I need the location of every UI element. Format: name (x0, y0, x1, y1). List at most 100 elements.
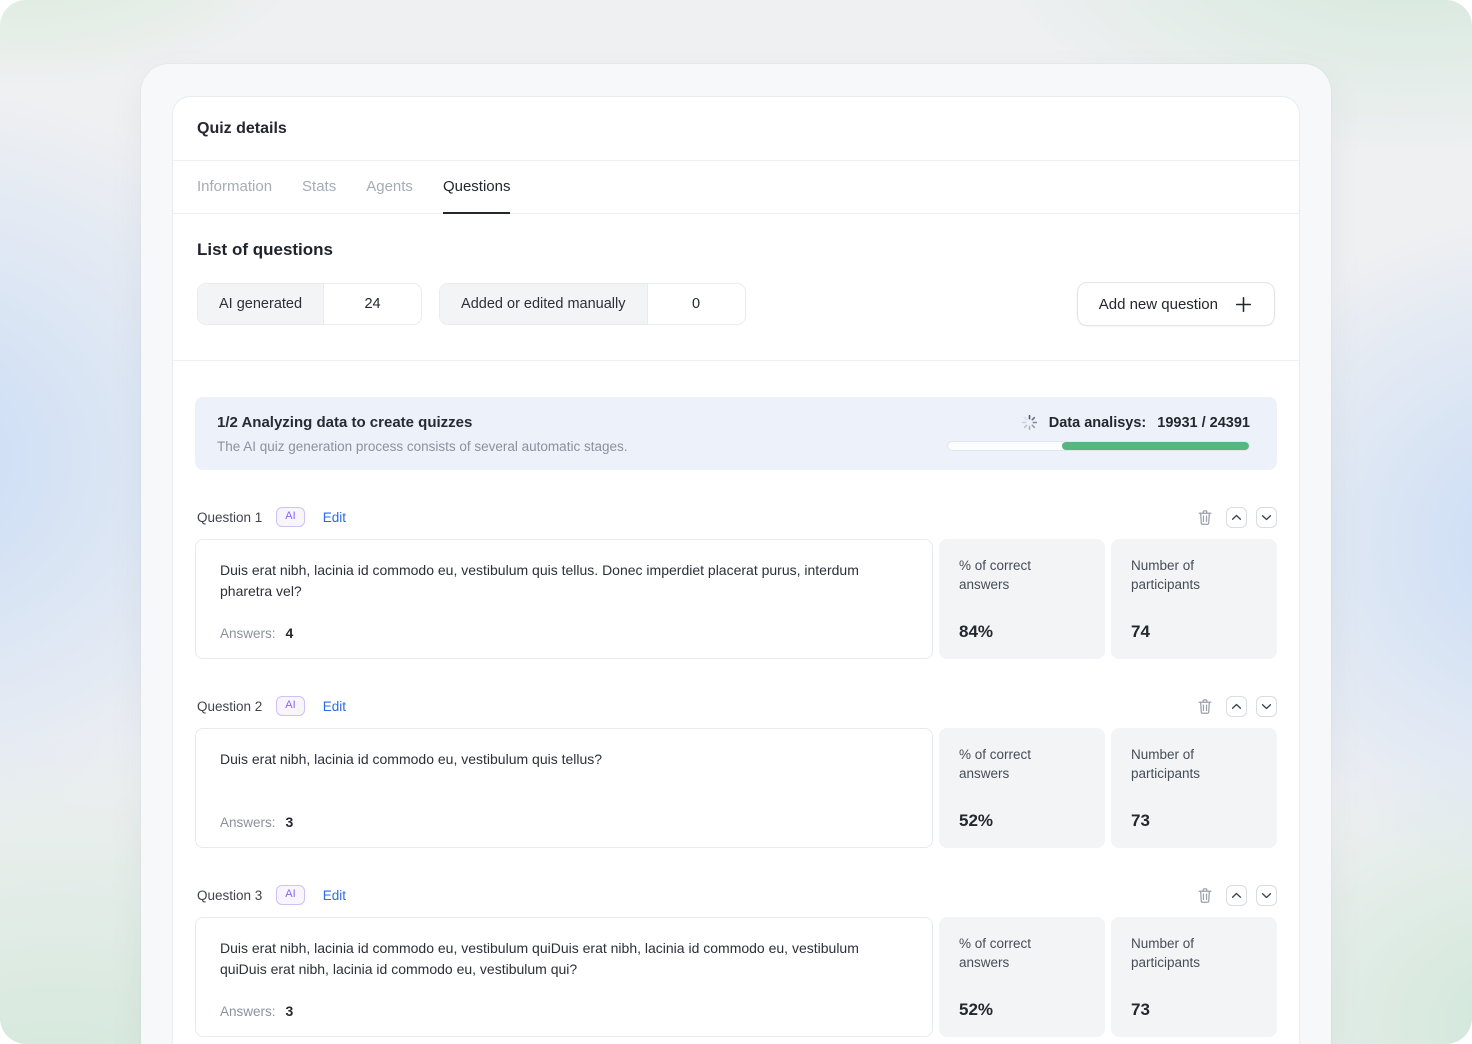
answers-label: Answers: (220, 815, 276, 830)
correct-answers-label: % of correct answers (959, 557, 1085, 595)
chevron-down-icon (1261, 892, 1272, 899)
chevron-up-icon (1231, 703, 1242, 710)
delete-question-button[interactable] (1196, 697, 1214, 716)
trash-icon (1196, 697, 1214, 716)
trash-icon (1196, 508, 1214, 527)
question-block: Question 2 AI Edit (195, 694, 1277, 848)
answers-row: Answers: 3 (220, 814, 908, 830)
page-title: Quiz details (197, 120, 287, 138)
tab-information[interactable]: Information (197, 161, 272, 214)
answers-count: 3 (286, 1003, 294, 1019)
spinner-icon (1021, 414, 1038, 431)
chevron-up-icon (1231, 892, 1242, 899)
question-actions (1196, 507, 1277, 528)
question-label: Question 2 (197, 699, 262, 714)
progress-bar (947, 441, 1250, 451)
ai-badge: AI (276, 885, 304, 905)
correct-answers-card: % of correct answers 52% (939, 728, 1105, 848)
question-card: Duis erat nibh, lacinia id commodo eu, v… (195, 917, 933, 1037)
ai-badge: AI (276, 696, 304, 716)
progress-banner-text: 1/2 Analyzing data to create quizzes The… (217, 414, 627, 454)
questions-toolbar: List of questions AI generated 24 Added … (173, 214, 1299, 361)
edit-link[interactable]: Edit (323, 510, 346, 525)
question-card: Duis erat nibh, lacinia id commodo eu, v… (195, 728, 933, 848)
correct-answers-value: 84% (959, 622, 1085, 642)
plus-icon (1234, 295, 1253, 314)
add-question-label: Add new question (1099, 296, 1218, 313)
section-heading: List of questions (197, 240, 1275, 260)
filter-added-manually[interactable]: Added or edited manually 0 (439, 283, 745, 325)
answers-row: Answers: 3 (220, 1003, 908, 1019)
delete-question-button[interactable] (1196, 508, 1214, 527)
progress-status-row: Data analisys: 19931 / 24391 (1021, 414, 1250, 431)
answers-label: Answers: (220, 626, 276, 641)
question-body: Duis erat nibh, lacinia id commodo eu, v… (195, 917, 1277, 1037)
question-text: Duis erat nibh, lacinia id commodo eu, v… (220, 749, 908, 770)
progress-subtitle: The AI quiz generation process consists … (217, 439, 627, 454)
question-text: Duis erat nibh, lacinia id commodo eu, v… (220, 938, 908, 980)
progress-banner: 1/2 Analyzing data to create quizzes The… (195, 397, 1277, 470)
question-text: Duis erat nibh, lacinia id commodo eu, v… (220, 560, 908, 602)
questions-area: 1/2 Analyzing data to create quizzes The… (173, 361, 1299, 1044)
tab-questions[interactable]: Questions (443, 161, 511, 214)
app-window: Quiz details Information Stats Agents Qu… (141, 64, 1331, 1044)
question-card: Duis erat nibh, lacinia id commodo eu, v… (195, 539, 933, 659)
progress-status-value: 19931 / 24391 (1157, 415, 1250, 431)
tab-agents[interactable]: Agents (366, 161, 413, 214)
page-background: Quiz details Information Stats Agents Qu… (0, 0, 1472, 1044)
participants-value: 73 (1131, 811, 1257, 831)
edit-link[interactable]: Edit (323, 888, 346, 903)
progress-status-label: Data analisys: (1049, 415, 1147, 431)
question-block: Question 1 AI Edit (195, 505, 1277, 659)
move-up-button[interactable] (1226, 696, 1247, 717)
edit-link[interactable]: Edit (323, 699, 346, 714)
move-down-button[interactable] (1256, 885, 1277, 906)
move-down-button[interactable] (1256, 507, 1277, 528)
correct-answers-value: 52% (959, 1000, 1085, 1020)
question-header: Question 3 AI Edit (195, 883, 1277, 907)
participants-label: Number of participants (1131, 746, 1257, 784)
question-label: Question 3 (197, 888, 262, 903)
participants-label: Number of participants (1131, 557, 1257, 595)
question-actions (1196, 696, 1277, 717)
progress-status: Data analisys: 19931 / 24391 (947, 414, 1250, 451)
list-controls: AI generated 24 Added or edited manually… (197, 282, 1275, 326)
filter-count: 0 (647, 284, 745, 324)
correct-answers-card: % of correct answers 84% (939, 539, 1105, 659)
move-down-button[interactable] (1256, 696, 1277, 717)
delete-question-button[interactable] (1196, 886, 1214, 905)
participants-value: 73 (1131, 1000, 1257, 1020)
question-body: Duis erat nibh, lacinia id commodo eu, v… (195, 539, 1277, 659)
answers-count: 3 (286, 814, 294, 830)
chevron-up-icon (1231, 514, 1242, 521)
participants-label: Number of participants (1131, 935, 1257, 973)
add-question-button[interactable]: Add new question (1077, 282, 1275, 326)
question-label: Question 1 (197, 510, 262, 525)
progress-bar-fill (1062, 442, 1249, 450)
ai-badge: AI (276, 507, 304, 527)
correct-answers-card: % of correct answers 52% (939, 917, 1105, 1037)
correct-answers-label: % of correct answers (959, 746, 1085, 784)
move-up-button[interactable] (1226, 885, 1247, 906)
question-block: Question 3 AI Edit (195, 883, 1277, 1037)
filter-count: 24 (323, 284, 421, 324)
move-up-button[interactable] (1226, 507, 1247, 528)
participants-card: Number of participants 73 (1111, 917, 1277, 1037)
filter-ai-generated[interactable]: AI generated 24 (197, 283, 422, 325)
question-header: Question 1 AI Edit (195, 505, 1277, 529)
quiz-details-card: Quiz details Information Stats Agents Qu… (172, 96, 1300, 1044)
answers-label: Answers: (220, 1004, 276, 1019)
trash-icon (1196, 886, 1214, 905)
progress-title: 1/2 Analyzing data to create quizzes (217, 414, 627, 431)
tab-stats[interactable]: Stats (302, 161, 336, 214)
tab-bar: Information Stats Agents Questions (173, 161, 1299, 214)
question-header: Question 2 AI Edit (195, 694, 1277, 718)
filter-label: AI generated (198, 284, 323, 324)
chevron-down-icon (1261, 514, 1272, 521)
participants-value: 74 (1131, 622, 1257, 642)
filter-label: Added or edited manually (440, 284, 646, 324)
card-header: Quiz details (173, 97, 1299, 161)
question-actions (1196, 885, 1277, 906)
answers-count: 4 (286, 625, 294, 641)
correct-answers-value: 52% (959, 811, 1085, 831)
